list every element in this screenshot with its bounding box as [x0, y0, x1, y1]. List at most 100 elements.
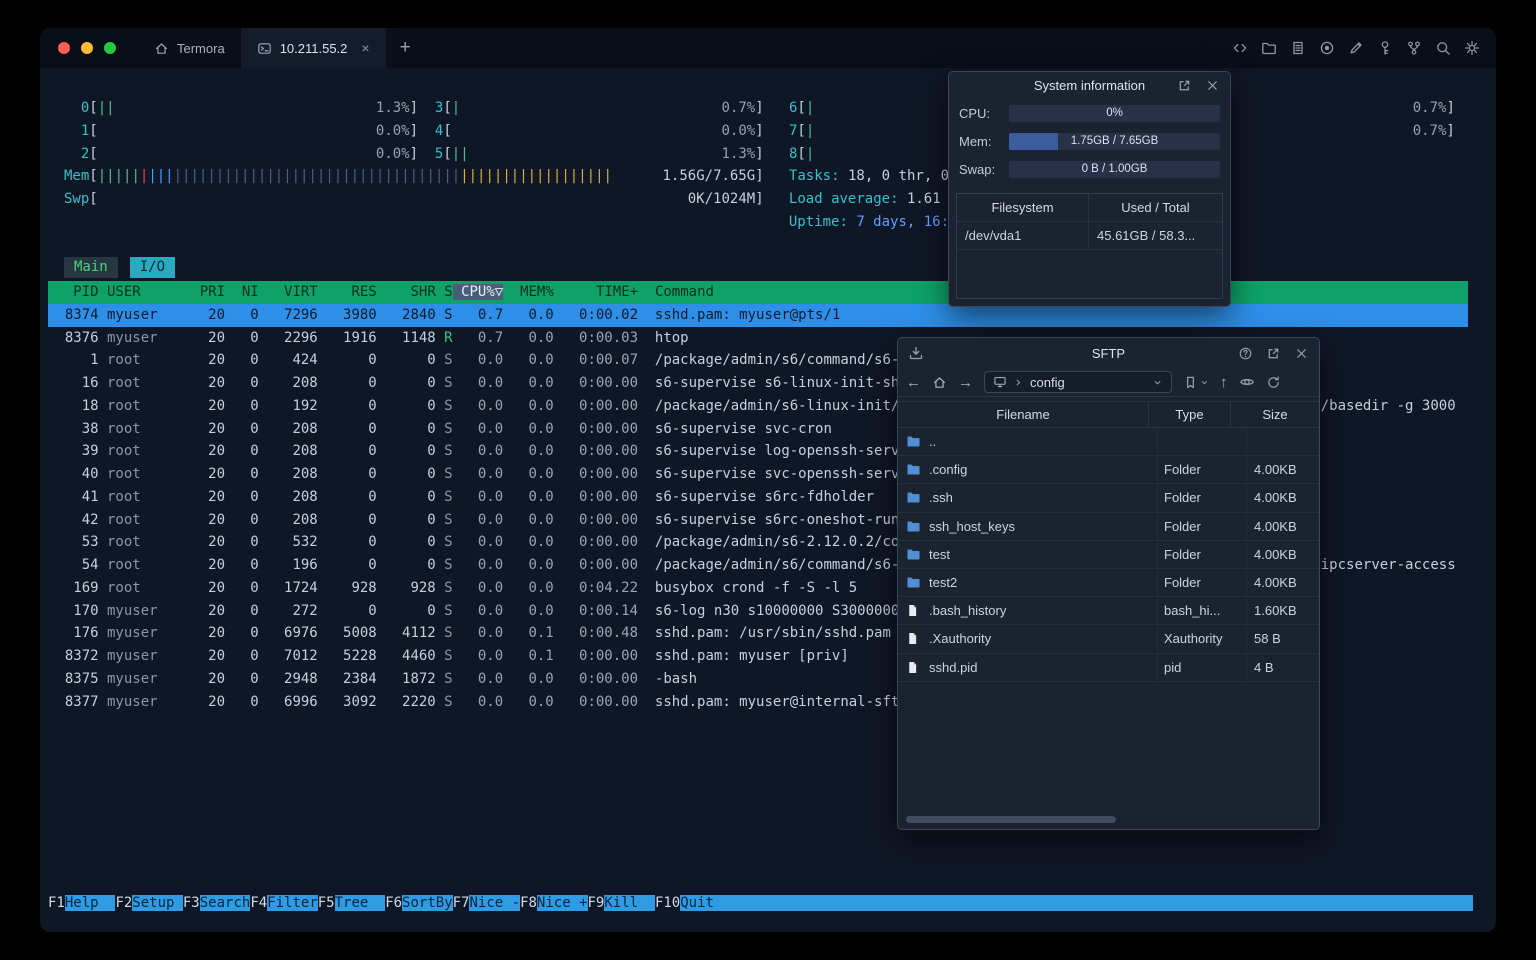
resource-row: Mem: 1.75GB / 7.65GB [949, 127, 1230, 155]
column-size[interactable]: Size [1231, 402, 1319, 427]
file-type: bash_hi... [1158, 597, 1247, 625]
file-row[interactable]: .Xauthority Xauthority 58 B [898, 625, 1319, 654]
show-hidden-icon[interactable] [1239, 374, 1255, 390]
tab-termora[interactable]: Termora [138, 28, 241, 68]
sftp-table-header[interactable]: Filename Type Size [898, 401, 1319, 428]
file-type: Folder [1158, 512, 1247, 540]
chevron-down-icon[interactable] [1152, 377, 1163, 388]
zoom-window-button[interactable] [104, 42, 116, 54]
file-type: pid [1158, 653, 1247, 681]
process-table-header[interactable]: PID USER PRI NI VIRT RES SHR S CPU%▽ MEM… [48, 281, 1468, 304]
file-name: ssh_host_keys [929, 518, 1015, 534]
file-name: .ssh [929, 490, 953, 506]
file-row[interactable]: .. [898, 428, 1319, 457]
window-toolbar [1232, 40, 1496, 56]
minimize-window-button[interactable] [81, 42, 93, 54]
app-window: Termora 10.211.55.2 × + 0[|| 1.3%] 3[| 0… [40, 28, 1496, 932]
back-icon[interactable]: ← [906, 375, 921, 390]
file-type: Folder [1158, 484, 1247, 512]
bookmark-icon[interactable] [1183, 375, 1209, 390]
resource-label: CPU: [959, 105, 991, 121]
file-name: .. [929, 434, 937, 449]
settings-icon[interactable] [1464, 40, 1480, 56]
forward-icon[interactable]: → [958, 375, 973, 390]
uptime-row: Uptime: 7 days, 16:23:01 [788, 213, 992, 230]
cpu-meter-row: 2[ 0.0%] 5[|| 1.3%] 8[| [64, 145, 815, 162]
help-icon[interactable] [1238, 346, 1253, 361]
edit-icon[interactable] [1348, 40, 1364, 56]
file-name: .Xauthority [929, 631, 992, 647]
file-name: .bash_history [929, 603, 1007, 619]
cpu-meter-row: 0[|| 1.3%] 3[| 0.7%] 6[| 0.7%] [64, 100, 1455, 116]
file-name: .config [929, 462, 968, 478]
folder-icon [906, 435, 921, 448]
search-icon[interactable] [1435, 40, 1451, 56]
home-icon[interactable] [932, 375, 947, 390]
close-icon[interactable] [1205, 78, 1220, 93]
file-row[interactable]: .bash_history bash_hi... 1.60KB [898, 597, 1319, 626]
close-icon[interactable] [1294, 346, 1309, 361]
file-name: test [929, 546, 950, 562]
folder-icon [906, 491, 921, 504]
tab-ssh-session[interactable]: 10.211.55.2 × [240, 28, 386, 68]
resource-progress-bar: 1.75GB / 7.65GB [1009, 132, 1220, 150]
cpu-meter-row: 1[ 0.0%] 4[ 0.0%] 7[| 0.7%] [64, 122, 1455, 139]
horizontal-scrollbar[interactable] [906, 816, 1116, 823]
sftp-toolbar: ← → config ↑ [898, 368, 1319, 397]
file-name: test2 [929, 574, 958, 590]
terminal-icon [257, 41, 272, 56]
screen-record-icon[interactable] [1319, 40, 1335, 56]
code-icon[interactable] [1232, 40, 1248, 56]
process-row[interactable]: 8374 myuser 20 0 7296 3980 2840 S 0.7 0.… [48, 303, 1468, 327]
resource-progress-bar: 0 B / 1.00GB [1009, 160, 1220, 178]
open-external-icon[interactable] [1266, 346, 1281, 361]
file-row[interactable]: ssh_host_keys Folder 4.00KB [898, 512, 1319, 541]
file-row[interactable]: .ssh Folder 4.00KB [898, 484, 1319, 513]
resource-row: CPU: 0% [949, 99, 1230, 127]
htop-tab-io[interactable]: I/O [129, 257, 176, 278]
up-directory-icon[interactable]: ↑ [1220, 375, 1228, 390]
column-type[interactable]: Type [1149, 402, 1231, 427]
refresh-icon[interactable] [1266, 375, 1281, 390]
new-tab-button[interactable]: + [386, 37, 425, 59]
sftp-panel: SFTP ← → config ↑ Filename Type Size .. … [897, 337, 1320, 830]
filesystem-row[interactable]: /dev/vda1 45.61GB / 58.3... [957, 222, 1222, 250]
file-size: 4.00KB [1254, 518, 1297, 534]
file-type: Folder [1158, 456, 1247, 484]
open-external-icon[interactable] [1177, 78, 1192, 93]
htop-tab-main[interactable]: Main [64, 257, 118, 278]
file-size: 4.00KB [1254, 490, 1297, 506]
file-row[interactable]: .config Folder 4.00KB [898, 456, 1319, 485]
system-information-panel: System information CPU: 0% Mem: 1.75GB / 7.… [948, 71, 1231, 307]
resource-label: Swap: [959, 161, 996, 177]
close-tab-icon[interactable]: × [361, 40, 369, 56]
file-size: 4.00KB [1254, 574, 1297, 590]
home-icon [154, 41, 169, 56]
logs-icon[interactable] [1290, 40, 1306, 56]
file-size: 1.60KB [1254, 603, 1297, 619]
folder-icon [906, 576, 921, 589]
tab-label: Termora [177, 40, 225, 56]
file-row[interactable]: test Folder 4.00KB [898, 540, 1319, 569]
file-size: 4 B [1254, 659, 1274, 675]
htop-meters: 0[|| 1.3%] 3[| 0.7%] 6[| 0.7%] 1[0.0%] … [64, 97, 1455, 234]
git-branch-icon[interactable] [1406, 40, 1422, 56]
file-row[interactable]: test2 Folder 4.00KB [898, 568, 1319, 598]
close-window-button[interactable] [58, 42, 70, 54]
sftp-file-list: .. .config Folder 4.00KB .ssh Folder 4.00KB ssh… [898, 428, 1319, 682]
column-filename[interactable]: Filename [898, 402, 1149, 427]
file-row[interactable]: sshd.pid pid 4 B [898, 653, 1319, 682]
system-resource-rows: CPU: 0% Mem: 1.75GB / 7.65GB Swap: 0 B / 1.00… [949, 99, 1230, 183]
filesystem-table-body: /dev/vda1 45.61GB / 58.3... [957, 222, 1222, 250]
folder-icon [906, 548, 921, 561]
tab-label: 10.211.55.2 [279, 40, 348, 56]
download-icon[interactable] [898, 345, 924, 361]
file-name: sshd.pid [929, 659, 978, 675]
path-breadcrumb[interactable]: config [984, 371, 1172, 393]
file-size: 4.00KB [1254, 546, 1297, 562]
swap-meter-row: Swp[ 0K/1024M] Load average: 1.61 1.20 0… [64, 191, 1025, 207]
resource-progress-bar: 0% [1009, 104, 1220, 122]
key-icon[interactable] [1377, 40, 1393, 56]
htop-function-key-bar[interactable]: F1Help F2Setup F3SearchF4FilterF5Tree F6… [48, 893, 1473, 914]
folder-icon[interactable] [1261, 40, 1277, 56]
